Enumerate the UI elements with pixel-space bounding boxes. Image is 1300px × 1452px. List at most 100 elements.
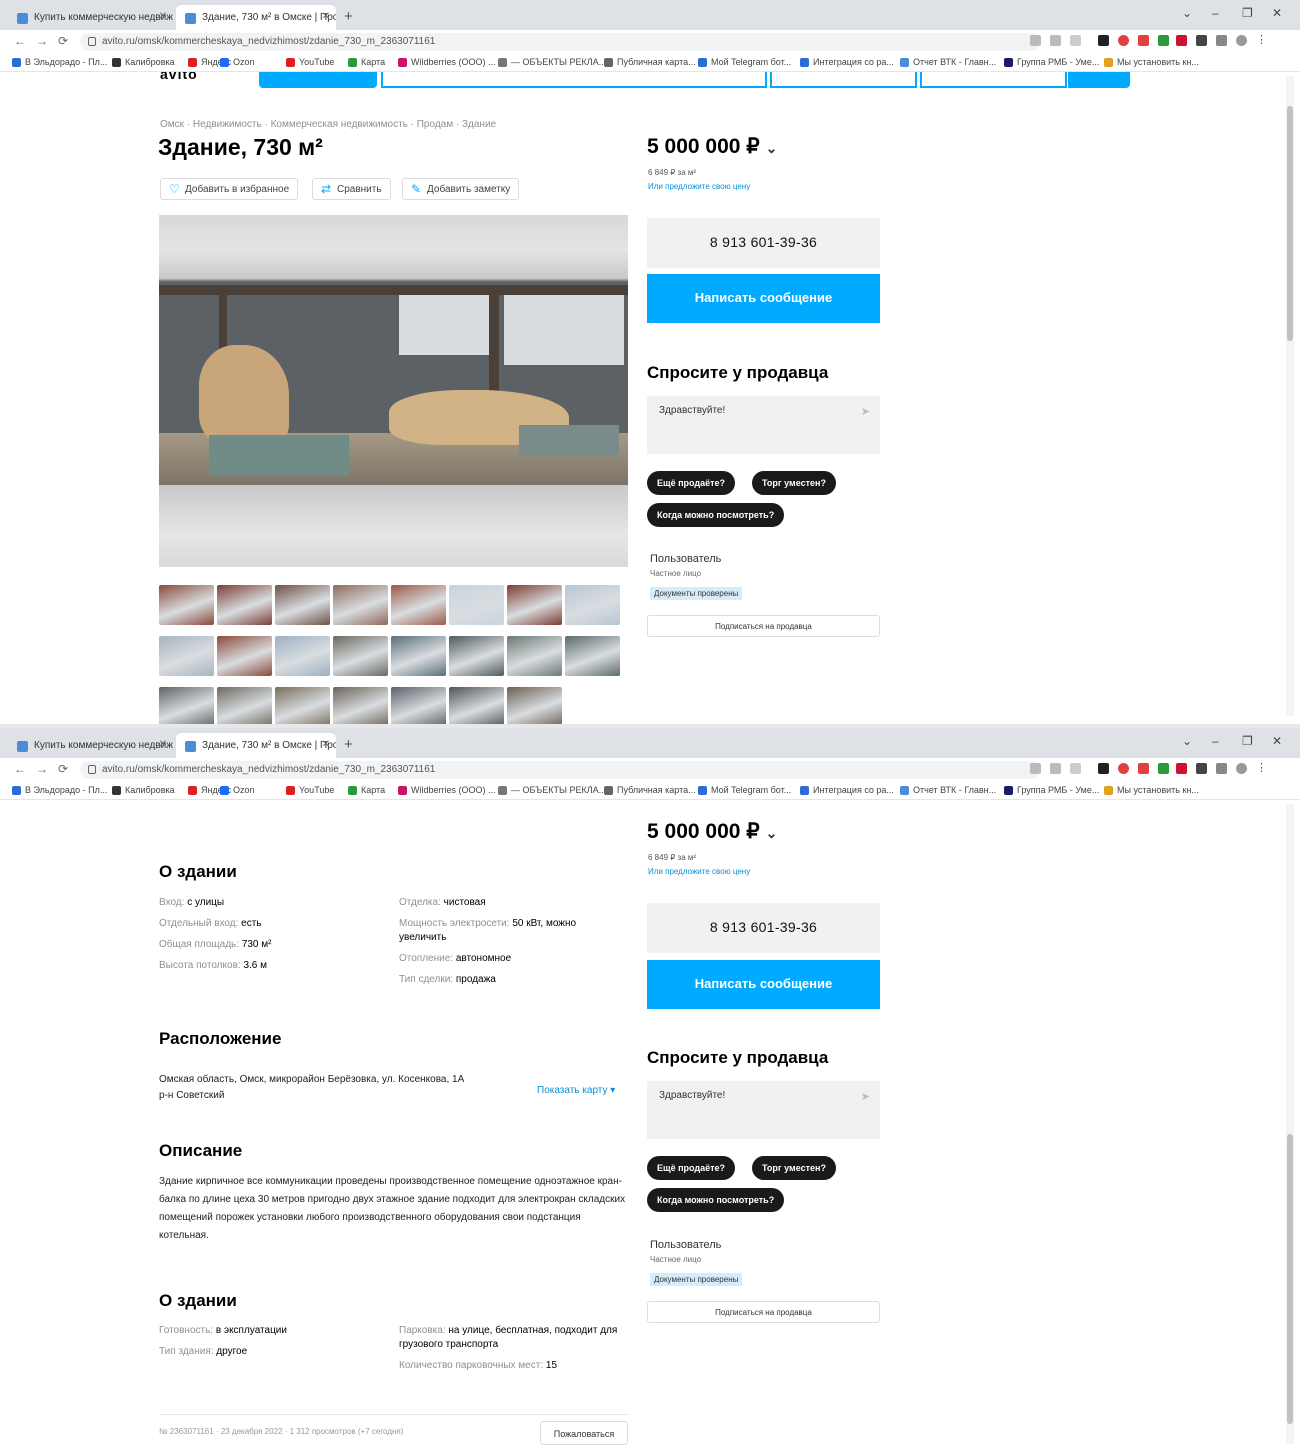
sidebar-icon[interactable] [1216, 763, 1227, 774]
bookmark-item[interactable]: Калибровка [112, 57, 175, 67]
browser-tab-1[interactable]: Купить коммерческую недвижи... ✕ [8, 5, 173, 30]
bookmark-item[interactable]: В Эльдорадо - Пл... [12, 57, 107, 67]
subscribe-button[interactable]: Подписаться на продавца [647, 615, 880, 637]
photo-thumbnail[interactable] [159, 636, 214, 676]
bookmark-item[interactable]: Калибровка [112, 785, 175, 795]
forward-icon[interactable]: → [36, 762, 48, 776]
scrollbar-thumb[interactable] [1287, 106, 1293, 341]
chip-still-selling[interactable]: Ещё продаёте? [647, 1156, 736, 1180]
menu-icon[interactable]: ⋮ [1256, 35, 1267, 46]
photo-thumbnail[interactable] [275, 585, 330, 625]
radius-select[interactable] [920, 72, 1067, 88]
minimize-icon[interactable]: – [1212, 6, 1219, 20]
photo-thumbnail[interactable] [565, 585, 620, 625]
photo-thumbnail[interactable] [333, 636, 388, 676]
chip-still-selling[interactable]: Ещё продаёте? [647, 471, 736, 495]
bookmark-item[interactable]: — ОБЪЕКТЫ РЕКЛА... [498, 57, 606, 67]
close-tab-icon[interactable]: ✕ [322, 739, 330, 750]
close-window-icon[interactable]: ✕ [1272, 6, 1282, 20]
show-map-link[interactable]: Показать карту ▾ [537, 1085, 615, 1096]
add-favorite-button[interactable]: ♡ Добавить в избранное [160, 178, 299, 200]
photo-thumbnail[interactable] [507, 687, 562, 724]
chevron-down-icon[interactable]: ⌄ [766, 825, 778, 841]
share-icon[interactable] [1050, 35, 1061, 46]
complain-button[interactable]: Пожаловаться [540, 1421, 628, 1445]
bookmark-item[interactable]: Мой Telegram бот... [698, 785, 791, 795]
close-tab-icon[interactable]: ✕ [159, 739, 167, 750]
back-icon[interactable]: ← [14, 762, 26, 776]
maximize-icon[interactable]: ❐ [1242, 734, 1253, 748]
photo-thumbnail[interactable] [333, 687, 388, 724]
offer-price-link[interactable]: Или предложите свою цену [648, 867, 750, 876]
minimize-icon[interactable]: – [1212, 734, 1219, 748]
photo-thumbnail[interactable] [449, 636, 504, 676]
close-tab-icon[interactable]: ✕ [159, 11, 167, 22]
browser-tab-2[interactable]: Здание, 730 м² в Омске | Прод... ✕ [176, 5, 336, 30]
address-bar[interactable]: avito.ru/omsk/kommercheskaya_nedvizhimos… [80, 33, 1040, 51]
extension-icon[interactable] [1098, 35, 1109, 46]
chevron-down-icon[interactable]: ⌄ [1182, 6, 1192, 20]
bookmark-item[interactable]: Ozon [220, 785, 255, 795]
photo-thumbnail[interactable] [449, 585, 504, 625]
write-message-button[interactable]: Написать сообщение [647, 960, 880, 1009]
bookmark-item[interactable]: В Эльдорадо - Пл... [12, 785, 107, 795]
search-input[interactable] [381, 72, 767, 88]
subscribe-button[interactable]: Подписаться на продавца [647, 1301, 880, 1323]
phone-button[interactable]: 8 913 601-39-36 [647, 903, 880, 953]
bookmark-item[interactable]: Мы установить кн... [1104, 785, 1199, 795]
photo-thumbnail[interactable] [217, 636, 272, 676]
photo-thumbnail[interactable] [159, 687, 214, 724]
chip-when-view[interactable]: Когда можно посмотреть? [647, 503, 785, 527]
photo-thumbnail[interactable] [275, 636, 330, 676]
menu-icon[interactable]: ⋮ [1256, 763, 1267, 774]
bookmark-item[interactable]: YouTube [286, 57, 334, 67]
bookmark-item[interactable]: Карта [348, 785, 385, 795]
bookmark-item[interactable]: Интеграция со ра... [800, 57, 894, 67]
share-icon[interactable] [1050, 763, 1061, 774]
zoom-icon[interactable] [1030, 763, 1041, 774]
extension-icon[interactable] [1138, 35, 1149, 46]
find-button[interactable] [1068, 72, 1130, 88]
extension-icon[interactable] [1098, 763, 1109, 774]
sidebar-icon[interactable] [1216, 35, 1227, 46]
new-tab-icon[interactable]: + [344, 8, 353, 25]
bookmark-item[interactable]: Wildberries (ООО) ... [398, 57, 496, 67]
photo-thumbnail[interactable] [391, 636, 446, 676]
bookmark-item[interactable]: Ozon [220, 57, 255, 67]
back-icon[interactable]: ← [14, 34, 26, 48]
photo-thumbnail[interactable] [217, 687, 272, 724]
add-note-button[interactable]: ✎ Добавить заметку [402, 178, 520, 200]
bookmark-item[interactable]: Группа РМБ - Уме... [1004, 785, 1099, 795]
photo-thumbnail[interactable] [507, 585, 562, 625]
star-icon[interactable] [1070, 35, 1081, 46]
bookmark-item[interactable]: Интеграция со ра... [800, 785, 894, 795]
write-message-button[interactable]: Написать сообщение [647, 274, 880, 323]
puzzle-icon[interactable] [1196, 763, 1207, 774]
extension-icon[interactable] [1158, 763, 1169, 774]
main-photo[interactable] [159, 215, 628, 567]
offer-price-link[interactable]: Или предложите свою цену [648, 182, 750, 191]
bookmark-item[interactable]: Wildberries (ООО) ... [398, 785, 496, 795]
ask-seller-input[interactable]: Здравствуйте! ➤ [647, 396, 880, 454]
breadcrumb[interactable]: Омск · Недвижимость · Коммерческая недви… [160, 119, 496, 130]
seller-name[interactable]: Пользователь [650, 1239, 721, 1251]
photo-thumbnail[interactable] [217, 585, 272, 625]
extension-icon[interactable] [1176, 35, 1187, 46]
browser-tab-1[interactable]: Купить коммерческую недвижи... ✕ [8, 733, 173, 758]
chip-bargain[interactable]: Торг уместен? [752, 1156, 836, 1180]
photo-thumbnail[interactable] [333, 585, 388, 625]
puzzle-icon[interactable] [1196, 35, 1207, 46]
maximize-icon[interactable]: ❐ [1242, 6, 1253, 20]
scrollbar[interactable] [1286, 76, 1294, 716]
profile-icon[interactable] [1236, 763, 1247, 774]
new-tab-icon[interactable]: + [344, 736, 353, 753]
bookmark-item[interactable]: Группа РМБ - Уме... [1004, 57, 1099, 67]
photo-thumbnail[interactable] [449, 687, 504, 724]
chevron-down-icon[interactable]: ⌄ [1182, 734, 1192, 748]
photo-thumbnail[interactable] [159, 585, 214, 625]
star-icon[interactable] [1070, 763, 1081, 774]
chip-bargain[interactable]: Торг уместен? [752, 471, 836, 495]
profile-icon[interactable] [1236, 35, 1247, 46]
compare-button[interactable]: ⇄ Сравнить [312, 178, 391, 200]
send-icon[interactable]: ➤ [861, 405, 870, 418]
